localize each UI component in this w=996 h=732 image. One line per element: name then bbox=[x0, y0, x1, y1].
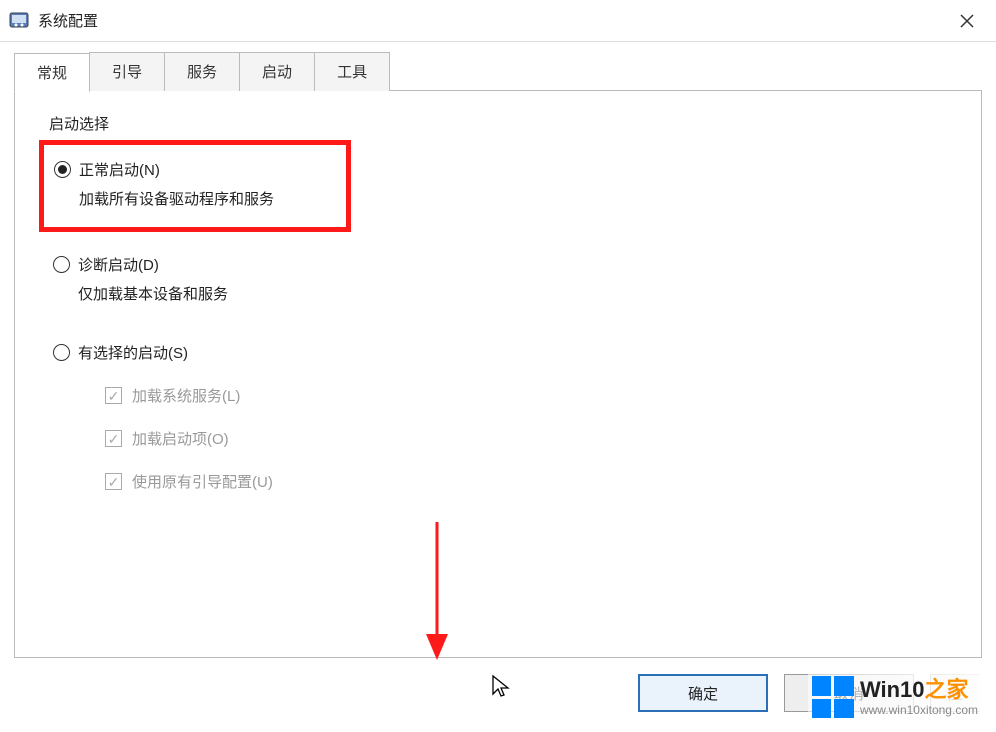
radio-selective-startup[interactable]: 有选择的启动(S) bbox=[53, 342, 951, 363]
watermark-brand: Win10之家 bbox=[860, 679, 978, 701]
tab-tools[interactable]: 工具 bbox=[314, 52, 390, 91]
checkbox-load-startup-items: ✓ 加载启动项(O) bbox=[105, 428, 951, 449]
radio-normal-desc: 加载所有设备驱动程序和服务 bbox=[79, 188, 336, 209]
tab-label: 服务 bbox=[187, 64, 217, 81]
windows-logo-icon bbox=[812, 676, 854, 718]
checkbox-label: 加载启动项(O) bbox=[132, 428, 229, 449]
radio-icon bbox=[53, 344, 70, 361]
tab-boot[interactable]: 引导 bbox=[89, 52, 165, 91]
tab-services[interactable]: 服务 bbox=[164, 52, 240, 91]
tab-startup[interactable]: 启动 bbox=[239, 52, 315, 91]
watermark-text: Win10之家 www.win10xitong.com bbox=[860, 679, 978, 716]
app-icon bbox=[8, 10, 30, 32]
cursor-icon bbox=[491, 674, 513, 700]
checkbox-load-services: ✓ 加载系统服务(L) bbox=[105, 385, 951, 406]
tab-label: 常规 bbox=[37, 65, 67, 82]
radio-icon bbox=[53, 256, 70, 273]
tab-label: 工具 bbox=[337, 64, 367, 81]
radio-diagnostic-startup[interactable]: 诊断启动(D) bbox=[53, 254, 951, 275]
radio-label: 正常启动(N) bbox=[79, 159, 160, 180]
watermark-url: www.win10xitong.com bbox=[860, 704, 978, 716]
annotation-highlight: 正常启动(N) 加载所有设备驱动程序和服务 bbox=[39, 140, 351, 232]
radio-diagnostic-block: 诊断启动(D) 仅加载基本设备和服务 bbox=[53, 254, 951, 304]
radio-label: 有选择的启动(S) bbox=[78, 342, 188, 363]
radio-label: 诊断启动(D) bbox=[78, 254, 159, 275]
general-panel: 启动选择 正常启动(N) 加载所有设备驱动程序和服务 诊断启动(D) 仅加载基 bbox=[14, 90, 982, 658]
tab-general[interactable]: 常规 bbox=[14, 53, 90, 92]
radio-normal-startup[interactable]: 正常启动(N) bbox=[54, 159, 336, 180]
radio-selective-block: 有选择的启动(S) ✓ 加载系统服务(L) ✓ 加载启动项(O) ✓ 使用原有引… bbox=[53, 342, 951, 492]
watermark: Win10之家 www.win10xitong.com bbox=[808, 674, 982, 720]
close-button[interactable] bbox=[946, 0, 988, 42]
titlebar: 系统配置 bbox=[0, 0, 996, 42]
watermark-brand-part1: Win10 bbox=[860, 677, 925, 702]
radio-icon bbox=[54, 161, 71, 178]
checkbox-icon: ✓ bbox=[105, 387, 122, 404]
tab-label: 启动 bbox=[262, 64, 292, 81]
window-title: 系统配置 bbox=[38, 10, 946, 31]
startup-selection-group: 启动选择 正常启动(N) 加载所有设备驱动程序和服务 诊断启动(D) 仅加载基 bbox=[45, 113, 951, 492]
tab-strip: 常规 引导 服务 启动 工具 bbox=[14, 52, 982, 91]
checkbox-original-boot-config: ✓ 使用原有引导配置(U) bbox=[105, 471, 951, 492]
ok-button[interactable]: 确定 bbox=[638, 674, 768, 712]
checkbox-icon: ✓ bbox=[105, 430, 122, 447]
tab-label: 引导 bbox=[112, 64, 142, 81]
msconfig-window: 系统配置 常规 引导 服务 启动 工具 启动选择 bbox=[0, 0, 996, 732]
button-label: 确定 bbox=[688, 683, 718, 704]
checkbox-label: 加载系统服务(L) bbox=[132, 385, 240, 406]
content-area: 常规 引导 服务 启动 工具 启动选择 正常启动(N) 加载所有设备驱动程序和服… bbox=[0, 42, 996, 658]
watermark-brand-part2: 之家 bbox=[925, 677, 969, 702]
checkbox-label: 使用原有引导配置(U) bbox=[132, 471, 273, 492]
groupbox-title: 启动选择 bbox=[45, 113, 113, 134]
checkbox-icon: ✓ bbox=[105, 473, 122, 490]
radio-diagnostic-desc: 仅加载基本设备和服务 bbox=[78, 283, 951, 304]
